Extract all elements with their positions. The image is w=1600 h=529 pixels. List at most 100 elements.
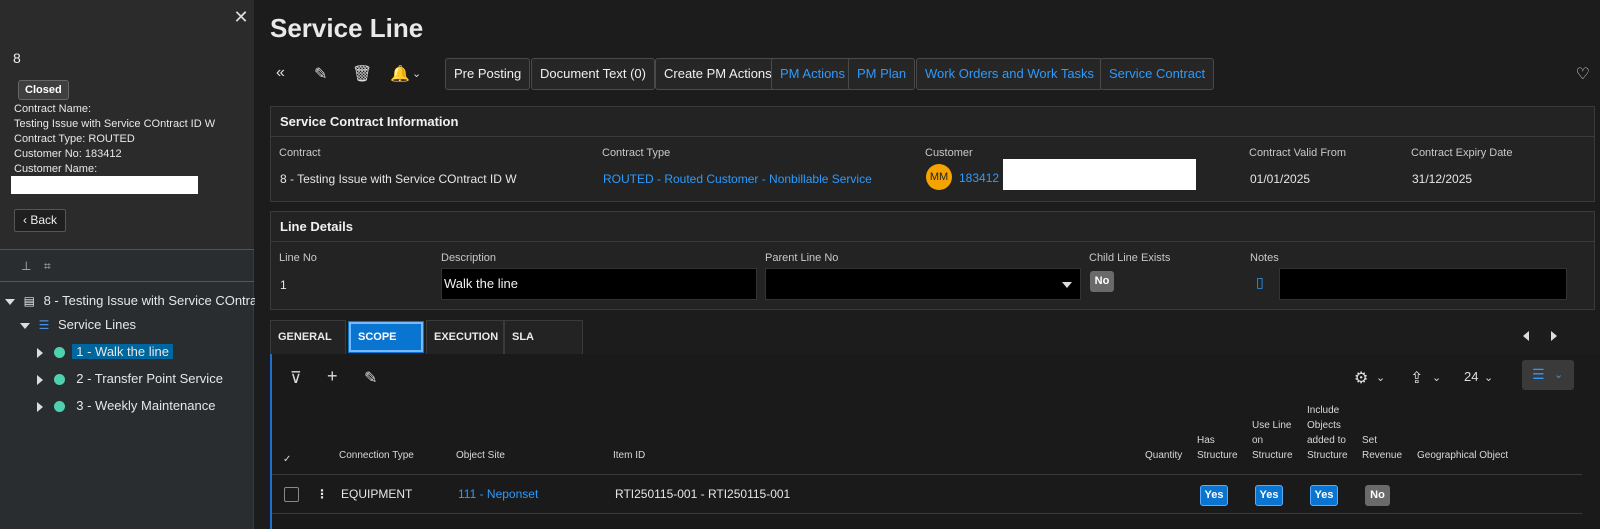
- add-icon[interactable]: +: [327, 366, 338, 387]
- col-use-line[interactable]: Use Line on Structure: [1252, 418, 1300, 463]
- parent-line-select[interactable]: [765, 268, 1081, 300]
- description-label: Description: [441, 252, 497, 264]
- contract-type-link[interactable]: ROUTED - Routed Customer - Nonbillable S…: [603, 172, 872, 186]
- customer-name-redacted: [1003, 159, 1196, 190]
- chevron-down-icon[interactable]: ⌄: [1376, 371, 1385, 384]
- col-item-id[interactable]: Item ID: [613, 448, 645, 463]
- customer-no-line: Customer No: 183412: [14, 148, 122, 160]
- export-icon[interactable]: ⇪: [1410, 368, 1423, 388]
- valid-from-label: Contract Valid From: [1249, 147, 1346, 159]
- notes-icon[interactable]: ▯: [1256, 274, 1264, 291]
- pin-icon[interactable]: ⊥: [21, 259, 31, 273]
- row-menu-icon[interactable]: ⋮: [316, 487, 328, 501]
- expiry-value: 31/12/2025: [1412, 172, 1473, 186]
- delete-icon[interactable]: 🗑: [352, 64, 372, 84]
- service-contract-button[interactable]: Service Contract: [1100, 58, 1215, 90]
- status-dot-icon: [53, 347, 65, 359]
- view-mode-button[interactable]: ☰ ⌄: [1522, 360, 1574, 390]
- heart-icon[interactable]: ♡: [1576, 64, 1590, 84]
- expand-collapse-icon[interactable]: ⌗: [44, 259, 51, 274]
- tree-group-service-lines[interactable]: ☰ Service Lines: [20, 314, 136, 336]
- line-details-panel: Line Details Line No 1 Description Walk …: [270, 211, 1595, 310]
- contract-type-line: Contract Type: ROUTED: [14, 133, 135, 145]
- customer-link[interactable]: 183412 -: [959, 171, 1006, 185]
- tab-scope[interactable]: SCOPE: [349, 322, 423, 352]
- caret-right-icon[interactable]: [37, 374, 43, 385]
- tree-item-1[interactable]: 1 - Walk the line: [37, 341, 173, 363]
- chevron-left-icon: ‹: [23, 213, 27, 227]
- bell-icon[interactable]: 🔔: [390, 64, 410, 84]
- record-summary: ✕ 8 Closed Contract Name: Testing Issue …: [0, 0, 254, 250]
- caret-down-icon[interactable]: [20, 322, 30, 329]
- pm-actions-button[interactable]: PM Actions: [771, 58, 855, 90]
- app: ✕ 8 Closed Contract Name: Testing Issue …: [0, 0, 1600, 529]
- tree-item-label: 2 - Transfer Point Service: [76, 371, 223, 386]
- table-row[interactable]: ⋮ EQUIPMENT 111 - Neponset RTI250115-001…: [272, 474, 1582, 514]
- document-text-button[interactable]: Document Text (0): [531, 58, 655, 90]
- customer-name-label: Customer Name:: [14, 163, 98, 175]
- create-pm-actions-button[interactable]: Create PM Actions: [655, 58, 781, 90]
- tree-root[interactable]: ▤ 8 - Testing Issue with Service COntra: [5, 290, 257, 312]
- tab-general[interactable]: GENERAL: [270, 320, 346, 354]
- pre-posting-button[interactable]: Pre Posting: [445, 58, 531, 90]
- caret-right-icon[interactable]: [37, 401, 43, 412]
- contract-value: 8 - Testing Issue with Service COntract …: [280, 172, 517, 186]
- use-line-badge: Yes: [1255, 485, 1283, 506]
- notes-label: Notes: [1250, 252, 1279, 264]
- tab-next-icon[interactable]: [1551, 331, 1557, 341]
- pm-plan-button[interactable]: PM Plan: [848, 58, 916, 90]
- col-include-objects[interactable]: Include Objects added to Structure: [1307, 403, 1357, 463]
- chevron-down-icon[interactable]: ⌄: [1432, 371, 1441, 384]
- contract-name-label: Contract Name:: [14, 103, 92, 115]
- valid-from-value: 01/01/2025: [1250, 172, 1311, 186]
- description-input[interactable]: Walk the line: [441, 268, 757, 300]
- cell-object-site[interactable]: 111 - Neponset: [458, 487, 538, 501]
- left-navigator: ✕ 8 Closed Contract Name: Testing Issue …: [0, 0, 257, 529]
- expiry-label: Contract Expiry Date: [1411, 147, 1513, 159]
- tab-prev-icon[interactable]: [1523, 331, 1529, 341]
- cell-connection-type: EQUIPMENT: [341, 487, 413, 501]
- record-id: 8: [13, 50, 21, 66]
- col-has-structure[interactable]: Has Structure: [1197, 433, 1243, 463]
- has-structure-badge: Yes: [1200, 485, 1228, 506]
- back-button[interactable]: ‹ Back: [14, 209, 67, 232]
- work-orders-button[interactable]: Work Orders and Work Tasks: [916, 58, 1104, 90]
- col-object-site[interactable]: Object Site: [456, 448, 505, 463]
- chevron-down-icon[interactable]: ⌄: [1484, 371, 1493, 384]
- caret-down-icon[interactable]: [5, 298, 15, 305]
- customer-name-redacted: [11, 176, 198, 194]
- scope-grid: ⊽ + ✎ ⚙ ⌄ ⇪ ⌄ 24 ⌄ ☰ ⌄ ✓ Connection Type…: [270, 354, 1600, 529]
- filter-icon[interactable]: ⊽: [290, 368, 302, 388]
- set-revenue-badge: No: [1365, 485, 1390, 506]
- back-label: Back: [30, 213, 58, 227]
- command-bar: « ✎ 🗑 🔔 ⌄ Pre Posting Document Text (0) …: [270, 58, 1600, 90]
- select-all-check[interactable]: ✓: [283, 452, 291, 467]
- col-set-revenue[interactable]: Set Revenue: [1362, 433, 1406, 463]
- edit-icon[interactable]: ✎: [314, 64, 327, 84]
- double-chevron-left-icon[interactable]: «: [276, 64, 285, 82]
- col-quantity[interactable]: Quantity: [1145, 448, 1182, 463]
- tree-item-label: 3 - Weekly Maintenance: [76, 398, 216, 413]
- include-objects-badge: Yes: [1310, 485, 1338, 506]
- chevron-down-icon[interactable]: ⌄: [412, 67, 421, 80]
- page-size[interactable]: 24: [1464, 369, 1478, 384]
- col-connection-type[interactable]: Connection Type: [339, 448, 414, 463]
- col-geo-object[interactable]: Geographical Object: [1417, 448, 1508, 463]
- tree-root-label: 8 - Testing Issue with Service COntra: [43, 293, 258, 308]
- document-icon: ▤: [23, 294, 35, 308]
- tree-group-label: Service Lines: [58, 317, 137, 332]
- tree-item-2[interactable]: 2 - Transfer Point Service: [37, 368, 223, 390]
- parent-line-label: Parent Line No: [765, 252, 839, 264]
- edit-icon[interactable]: ✎: [364, 368, 377, 388]
- notes-input[interactable]: [1279, 268, 1567, 300]
- gear-icon[interactable]: ⚙: [1354, 368, 1368, 388]
- tab-execution[interactable]: EXECUTION: [426, 320, 504, 354]
- chevron-down-icon: [1062, 282, 1072, 288]
- caret-right-icon[interactable]: [37, 347, 43, 358]
- panel-title: Line Details: [271, 212, 1594, 242]
- tab-sla[interactable]: SLA: [504, 320, 583, 354]
- row-checkbox[interactable]: [284, 487, 299, 502]
- close-icon[interactable]: ✕: [232, 8, 250, 26]
- tree-item-3[interactable]: 3 - Weekly Maintenance: [37, 395, 215, 417]
- chevron-down-icon: ⌄: [1554, 369, 1564, 381]
